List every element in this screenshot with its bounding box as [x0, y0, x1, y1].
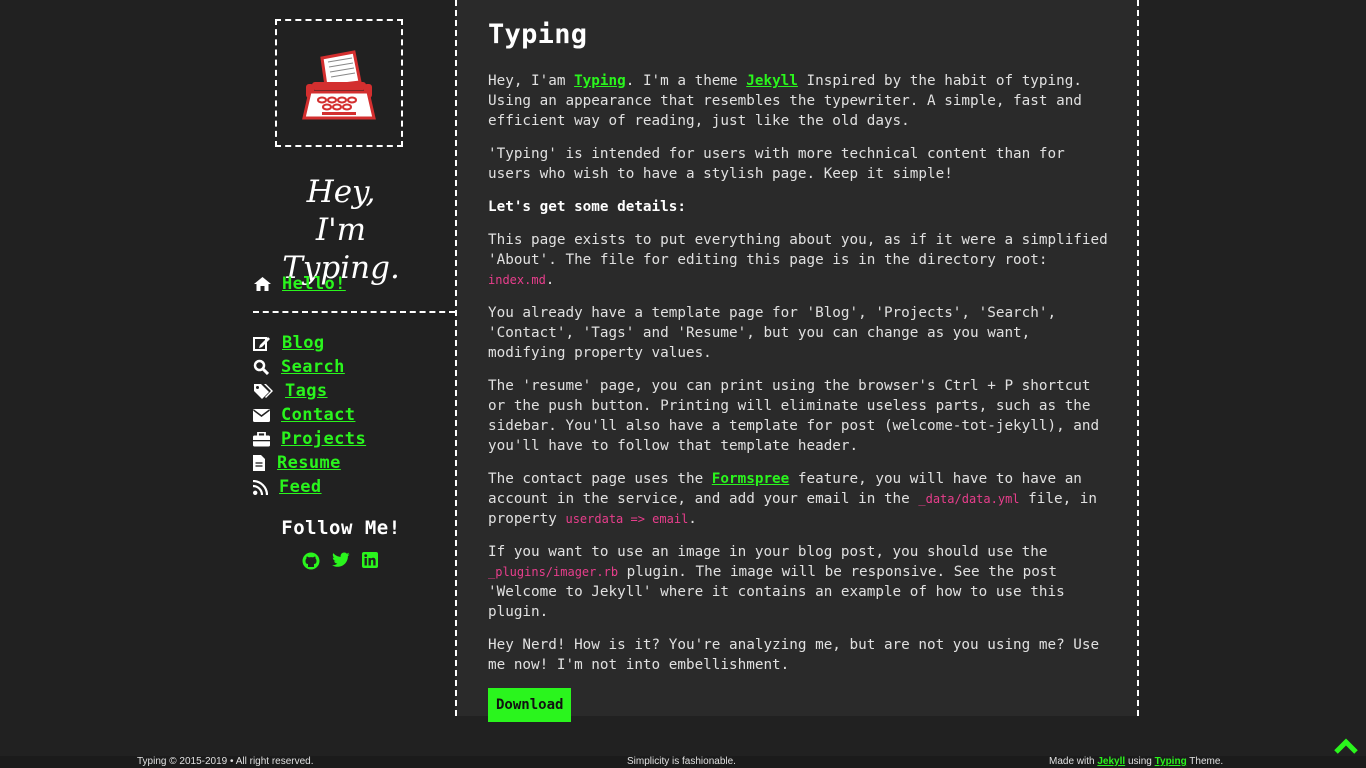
text: .: [688, 511, 697, 527]
main-panel: Typing Hey, I'am Typing. I'm a theme Jek…: [455, 0, 1139, 722]
main-content: Typing Hey, I'am Typing. I'm a theme Jek…: [488, 18, 1110, 722]
details-heading: Let's get some details:: [488, 199, 686, 215]
sidebar-item-label[interactable]: Contact: [281, 405, 355, 425]
contact-paragraph: The contact page uses the Formspree feat…: [488, 469, 1110, 529]
text: .: [545, 272, 555, 288]
sidebar-item-label[interactable]: Feed: [279, 477, 322, 497]
logo-frame[interactable]: [275, 19, 403, 147]
download-button[interactable]: Download: [488, 688, 572, 722]
userdata-email-code: userdata => email: [565, 512, 689, 526]
jekyll-link[interactable]: Jekyll: [746, 73, 798, 89]
text: . I'm a theme: [625, 73, 747, 89]
sidebar-item-label[interactable]: Search: [281, 357, 345, 377]
intended-paragraph: 'Typing' is intended for users with more…: [488, 146, 1065, 182]
footer-tagline: Simplicity is fashionable.: [627, 756, 736, 767]
twitter-icon[interactable]: [332, 552, 350, 570]
briefcase-icon: [253, 429, 271, 449]
sidebar-item-contact[interactable]: Contact: [253, 404, 355, 426]
edit-icon: [253, 333, 273, 353]
index-md-code: index.md: [488, 273, 546, 287]
text: The contact page uses the: [488, 471, 712, 487]
sidebar-item-feed[interactable]: Feed: [253, 476, 322, 498]
file-icon: [253, 453, 267, 473]
footer-typing-link[interactable]: Typing: [1155, 756, 1187, 767]
greeting-line-1: Hey,: [306, 174, 376, 210]
rss-icon: [253, 477, 269, 497]
sidebar-item-label[interactable]: Hello!: [282, 274, 346, 294]
sidebar-item-blog[interactable]: Blog: [253, 332, 325, 354]
follow-me-heading: Follow Me!: [281, 517, 401, 539]
sidebar-item-label[interactable]: Resume: [277, 453, 341, 473]
footer-copyright: Typing © 2015-2019 • All right reserved.: [137, 756, 314, 767]
imager-rb-code: _plugins/imager.rb: [488, 565, 619, 579]
text: If you want to use an image in your blog…: [488, 544, 1048, 560]
sidebar-item-label[interactable]: Blog: [282, 333, 325, 353]
tags-icon: [253, 381, 275, 401]
footer-credits: Made with Jekyll using Typing Theme.: [1049, 756, 1223, 768]
text: Theme.: [1186, 756, 1224, 767]
footer-jekyll-link[interactable]: Jekyll: [1097, 756, 1125, 767]
typing-link[interactable]: Typing: [574, 73, 626, 89]
text: using: [1125, 756, 1155, 767]
resume-paragraph: The 'resume' page, you can print using t…: [488, 378, 1100, 454]
formspree-link[interactable]: Formspree: [712, 471, 789, 487]
search-icon: [253, 357, 271, 377]
sidebar-item-resume[interactable]: Resume: [253, 452, 341, 474]
about-paragraph: This page exists to put everything about…: [488, 230, 1110, 290]
text: This page exists to put everything about…: [488, 232, 1108, 268]
sidebar-item-label[interactable]: Projects: [281, 429, 366, 449]
github-icon[interactable]: [302, 552, 320, 570]
social-links: [293, 552, 389, 570]
sidebar-item-hello[interactable]: Hello!: [253, 273, 346, 295]
sidebar-divider: [253, 311, 455, 313]
back-to-top-icon[interactable]: [1334, 738, 1358, 754]
data-yml-code: _data/data.yml: [918, 492, 1020, 506]
intro-paragraph: Hey, I'am Typing. I'm a theme Jekyll Ins…: [488, 71, 1110, 131]
typewriter-logo-icon: [302, 50, 376, 120]
sidebar-greeting: Hey, I'm Typing.: [253, 173, 429, 287]
image-paragraph: If you want to use an image in your blog…: [488, 542, 1110, 622]
footer: Typing © 2015-2019 • All right reserved.…: [0, 756, 1366, 768]
nerd-paragraph: Hey Nerd! How is it? You're analyzing me…: [488, 637, 1100, 673]
sidebar-item-label[interactable]: Tags: [285, 381, 328, 401]
sidebar-item-projects[interactable]: Projects: [253, 428, 366, 450]
sidebar-item-search[interactable]: Search: [253, 356, 345, 378]
templates-paragraph: You already have a template page for 'Bl…: [488, 305, 1057, 361]
home-icon: [253, 274, 273, 294]
sidebar-item-tags[interactable]: Tags: [253, 380, 328, 402]
text: Made with: [1049, 756, 1098, 767]
linkedin-icon[interactable]: [362, 552, 380, 570]
page-title: Typing: [488, 19, 588, 50]
text: Hey, I'am: [488, 73, 575, 89]
envelope-icon: [253, 405, 271, 425]
